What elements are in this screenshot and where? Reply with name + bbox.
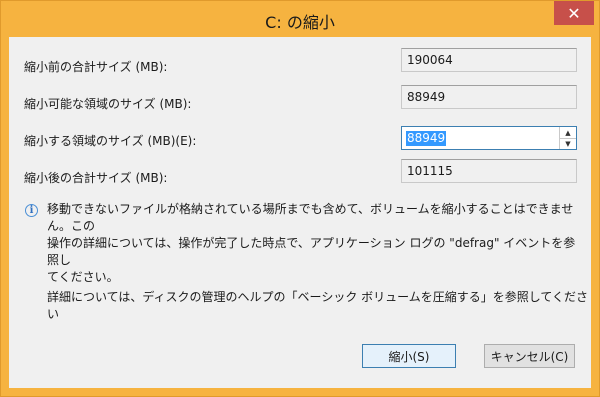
shrink-amount-label: 縮小する領域のサイズ (MB)(E): [24, 134, 197, 148]
close-icon: ✕ [567, 3, 581, 23]
total-size-before-value: 190064 [401, 48, 577, 72]
window-title: C: の縮小 [265, 13, 335, 32]
help-link-text: 詳細については、ディスクの管理のヘルプの「ベーシック ボリュームを圧縮する」を参… [47, 290, 589, 321]
info-icon: i [25, 204, 38, 217]
title-bar[interactable]: C: の縮小 ✕ [1, 1, 599, 37]
spin-down-button[interactable]: ▼ [560, 138, 576, 149]
shrink-button[interactable]: 縮小(S) [362, 344, 456, 368]
shrink-amount-input[interactable]: 88949 ▲ ▼ [401, 126, 577, 150]
total-size-after-label: 縮小後の合計サイズ (MB): [24, 171, 168, 185]
cancel-button[interactable]: キャンセル(C) [484, 344, 575, 368]
shrinkable-size-value: 88949 [401, 85, 577, 109]
shrink-amount-value[interactable]: 88949 [406, 131, 447, 146]
info-line-2: 操作の詳細については、操作が完了した時点で、アプリケーション ログの "defr… [47, 236, 576, 267]
close-button[interactable]: ✕ [554, 1, 594, 25]
total-size-after-value: 101115 [401, 159, 577, 183]
shrink-dialog: C: の縮小 ✕ 縮小前の合計サイズ (MB): 190064 縮小可能な領域の… [0, 0, 600, 397]
shrink-amount-spinner[interactable]: ▲ ▼ [559, 127, 576, 149]
dialog-body: 縮小前の合計サイズ (MB): 190064 縮小可能な領域のサイズ (MB):… [9, 37, 591, 388]
info-line-3: てください。 [47, 270, 119, 284]
total-size-before-label: 縮小前の合計サイズ (MB): [24, 60, 168, 74]
info-message: 移動できないファイルが格納されている場所までも含めて、ボリュームを縮小することは… [47, 201, 579, 286]
chevron-up-icon: ▲ [565, 128, 571, 137]
info-line-1: 移動できないファイルが格納されている場所までも含めて、ボリュームを縮小することは… [47, 202, 574, 233]
shrinkable-size-label: 縮小可能な領域のサイズ (MB): [24, 97, 192, 111]
chevron-down-icon: ▼ [565, 139, 571, 148]
